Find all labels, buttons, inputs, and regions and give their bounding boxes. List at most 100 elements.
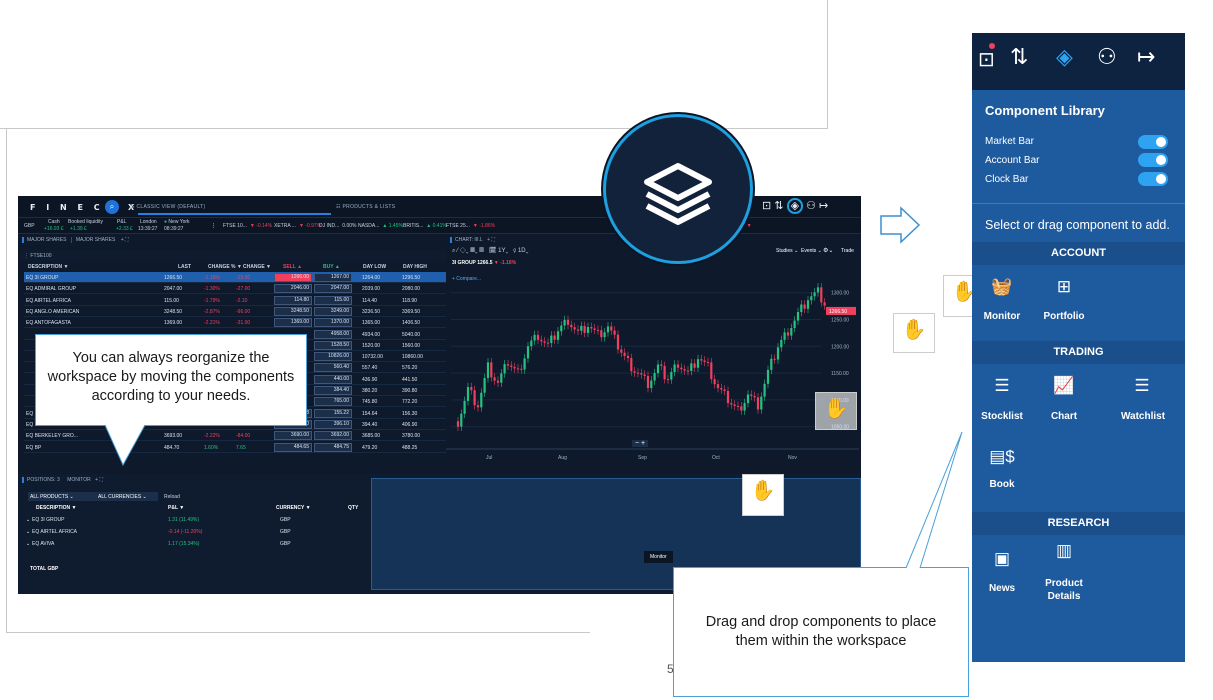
- cell-low: 3685.00: [362, 433, 381, 440]
- table-row[interactable]: EQ ADMIRAL GROUP 2047.00 -1.30% -27.00 2039.…: [24, 283, 448, 295]
- portfolio-icon[interactable]: ⊞: [1034, 277, 1094, 297]
- logout-icon[interactable]: ↦: [1137, 44, 1155, 70]
- expand-chevron-icon[interactable]: ⌄: [26, 541, 30, 547]
- buy-price-button[interactable]: 1370.00: [314, 318, 352, 328]
- user-icon[interactable]: ⚇: [806, 200, 816, 212]
- candle-body: [473, 390, 476, 406]
- toggle-market-bar[interactable]: [1138, 135, 1168, 149]
- more-icon[interactable]: ⋮: [211, 223, 216, 229]
- pos-col-currency[interactable]: CURRENCY ▼: [276, 505, 311, 511]
- toggle-clock-bar[interactable]: [1138, 172, 1168, 186]
- buy-price-button[interactable]: 560.40: [314, 363, 352, 373]
- sell-price-button[interactable]: 114.80: [274, 295, 312, 305]
- tab-monitor[interactable]: MONITOR: [64, 477, 94, 483]
- watchlist-icon[interactable]: ☰: [1112, 376, 1172, 396]
- buy-price-button[interactable]: 3249.00: [314, 306, 352, 316]
- ticker-1[interactable]: XETRA ... ▼ -0.97%: [274, 223, 321, 229]
- buy-price-button[interactable]: 384.40: [314, 386, 352, 395]
- table-row[interactable]: EQ ANTOFAGASTA 1369.00 -2.21% -31.00 1365.00…: [24, 317, 448, 329]
- add-tab-icon[interactable]: + ⛶: [121, 237, 129, 243]
- component-stocklist[interactable]: Stocklist: [967, 411, 1037, 422]
- table-row[interactable]: EQ AIRTEL AFRICA 115.00 -1.79% -2.10 114.40 1…: [24, 295, 448, 306]
- buy-price-button[interactable]: 10826.00: [314, 352, 352, 362]
- sort-arrows-icon[interactable]: ⇅: [1010, 44, 1028, 70]
- book-icon[interactable]: ▤$: [972, 447, 1032, 467]
- monitor-icon[interactable]: ⊡: [978, 47, 995, 72]
- ticker-3[interactable]: NASDA... ▲ 1.45%: [358, 223, 403, 229]
- column-header-6[interactable]: DAY LOW: [363, 264, 386, 270]
- pos-col-desc[interactable]: DESCRIPTION ▼: [36, 505, 77, 511]
- table-row[interactable]: EQ BERKELEY GRO... 3693.00 -2.22% -84.00 368…: [24, 430, 448, 442]
- component-monitor[interactable]: Monitor: [967, 311, 1037, 322]
- tab-major-shares[interactable]: MAJOR SHARES: [22, 237, 70, 243]
- ticker-2[interactable]: DJ IND... 0.00%: [319, 223, 356, 229]
- product-details-icon[interactable]: ▥: [1034, 541, 1094, 561]
- column-header-5[interactable]: BUY ▲: [323, 264, 340, 270]
- toggle-account-bar[interactable]: [1138, 153, 1168, 167]
- chart-zoom-control[interactable]: − +: [632, 440, 649, 447]
- component-chart[interactable]: Chart: [1029, 411, 1099, 422]
- column-header-0[interactable]: DESCRIPTION ▼: [28, 264, 69, 270]
- column-header-2[interactable]: CHANGE % ▼: [208, 264, 242, 270]
- table-row[interactable]: EQ BP 484.70 1.60% 7.65 479.20 488.25 484.65 48…: [24, 442, 448, 453]
- user-icon[interactable]: ⚇: [1097, 44, 1117, 70]
- sell-price-button[interactable]: 2046.00: [274, 284, 312, 294]
- component-product-details[interactable]: Product Details: [1029, 577, 1099, 603]
- tab-products-lists[interactable]: ☷ PRODUCTS & LISTS: [336, 204, 395, 210]
- column-header-4[interactable]: SELL ▲: [283, 264, 302, 270]
- layers-icon[interactable]: ◈: [786, 198, 804, 214]
- sell-price-button[interactable]: 3690.00: [274, 431, 312, 441]
- column-header-7[interactable]: DAY HIGH: [403, 264, 427, 270]
- pos-col-qty[interactable]: QTY: [348, 505, 358, 511]
- sell-price-button[interactable]: 3248.50: [274, 306, 312, 316]
- buy-price-button[interactable]: 2047.00: [314, 284, 352, 294]
- monitor-icon[interactable]: ⊡: [762, 200, 771, 212]
- pos-col-pl[interactable]: P&L ▼: [168, 505, 184, 511]
- stocklist-icon[interactable]: ☰: [972, 376, 1032, 396]
- component-book[interactable]: Book: [967, 479, 1037, 490]
- tab-major-shares-2[interactable]: MAJOR SHARES: [70, 237, 120, 243]
- buy-price-button[interactable]: 440.00: [314, 374, 352, 384]
- component-portfolio[interactable]: Portfolio: [1029, 311, 1099, 322]
- table-row[interactable]: EQ ANGLO AMERICAN 3248.50 -2.87% -96.00 3236…: [24, 306, 448, 317]
- logout-icon[interactable]: ↦: [819, 200, 828, 212]
- ticker-0[interactable]: FTSE 10... ▼ -0.14%: [223, 223, 272, 229]
- buy-price-button[interactable]: 484.75: [314, 442, 352, 452]
- cell-low: 394.40: [362, 421, 378, 428]
- buy-price-button[interactable]: 3692.00: [314, 431, 352, 441]
- sell-price-button[interactable]: 1369.00: [274, 318, 312, 328]
- buy-price-button[interactable]: 1267.00: [314, 273, 352, 282]
- buy-price-button[interactable]: 4958.00: [314, 329, 352, 339]
- buy-price-button[interactable]: 155.22: [314, 408, 352, 418]
- component-news[interactable]: News: [967, 583, 1037, 594]
- reload-button[interactable]: Reload: [164, 494, 180, 500]
- cell-desc: EQ ADMIRAL GROUP: [26, 286, 77, 293]
- buy-price-button[interactable]: 115.00: [314, 295, 352, 305]
- monitor-basket-icon[interactable]: 🧺: [972, 277, 1032, 297]
- layers-icon[interactable]: ◈: [1056, 44, 1073, 70]
- news-icon[interactable]: ▣: [972, 549, 1032, 569]
- section-research: RESEARCH: [972, 512, 1185, 535]
- component-watchlist[interactable]: Watchlist: [1108, 411, 1178, 422]
- filter-all-currencies[interactable]: ALL CURRENCIES ⌄: [96, 492, 158, 501]
- candle-body: [703, 360, 706, 362]
- table-row[interactable]: EQ 3I GROUP 1266.50 -1.16% -15.00 1264.00 129…: [24, 272, 448, 283]
- sell-price-button[interactable]: 484.65: [274, 442, 312, 452]
- column-header-1[interactable]: LAST: [178, 264, 191, 270]
- ticker-5[interactable]: FTSE 25... ▼ -1.86%: [446, 223, 495, 229]
- column-header-3[interactable]: CHANGE ▼: [243, 264, 271, 270]
- chart-icon[interactable]: 📈: [1034, 376, 1094, 396]
- sort-arrows-icon[interactable]: ⇅: [774, 200, 783, 212]
- sell-price-button[interactable]: 1266.00: [274, 273, 312, 282]
- ticker-4[interactable]: BRITIS... ▲ 0.41%: [403, 223, 447, 229]
- tab-positions[interactable]: POSITIONS: 3: [22, 477, 63, 483]
- buy-price-button[interactable]: 396.10: [314, 419, 352, 429]
- expand-chevron-icon[interactable]: ⌄: [26, 517, 30, 523]
- buy-price-button[interactable]: 765.00: [314, 397, 352, 407]
- chart-panel[interactable]: CHART: III.L + ⛶ ⌕ ⁄ ◇⌄ ▦⌄ ▤ 🗓 1Y⌄ ⚲ 1D⌄…: [446, 234, 859, 474]
- candle-body: [533, 334, 536, 341]
- buy-price-button[interactable]: 1528.50: [314, 340, 352, 350]
- expand-chevron-icon[interactable]: ⌄: [26, 529, 30, 535]
- tab-classic-view[interactable]: ☰ CLASSIC VIEW (DEFAULT): [130, 204, 206, 210]
- search-icon[interactable]: ⌕: [105, 200, 119, 214]
